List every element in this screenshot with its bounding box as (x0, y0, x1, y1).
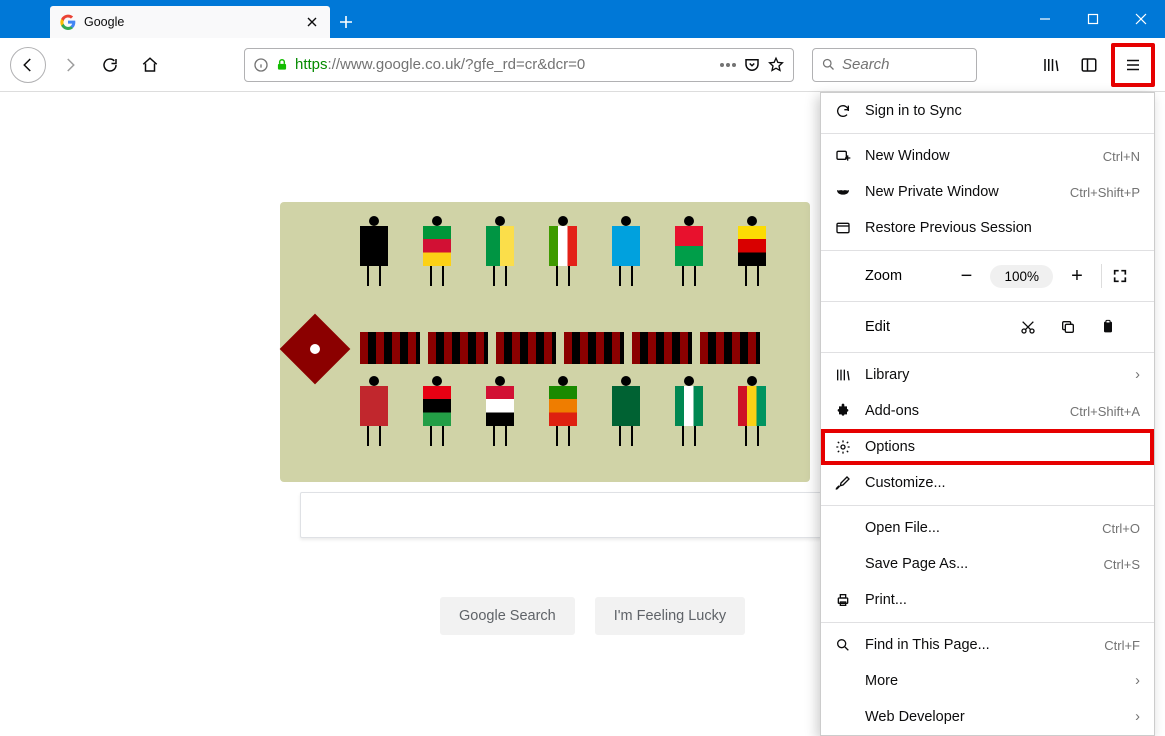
window-titlebar: Google (0, 0, 1165, 38)
sync-icon (835, 103, 851, 119)
lock-icon (275, 58, 289, 72)
window-maximize-button[interactable] (1069, 0, 1117, 38)
tab-strip: Google (0, 0, 362, 38)
back-button[interactable] (10, 47, 46, 83)
home-button[interactable] (134, 49, 166, 81)
library-button[interactable] (1035, 49, 1067, 81)
menu-customize[interactable]: Customize... (821, 465, 1154, 501)
fullscreen-button[interactable] (1112, 268, 1140, 284)
puzzle-icon (835, 403, 851, 419)
menu-addons[interactable]: Add-ons Ctrl+Shift+A (821, 393, 1154, 429)
window-close-button[interactable] (1117, 0, 1165, 38)
paintbrush-icon (835, 475, 851, 491)
forward-button[interactable] (54, 49, 86, 81)
menu-zoom: Zoom − 100% + (821, 255, 1154, 297)
google-search-button[interactable]: Google Search (440, 597, 575, 635)
cut-button[interactable] (1020, 319, 1060, 335)
window-minimize-button[interactable] (1021, 0, 1069, 38)
search-icon (835, 637, 851, 653)
browser-tab[interactable]: Google (50, 6, 330, 38)
google-search-input[interactable] (300, 492, 830, 538)
paste-button[interactable] (1100, 319, 1140, 335)
window-controls (1021, 0, 1165, 38)
chevron-right-icon: › (1135, 673, 1140, 689)
menu-library[interactable]: Library › (821, 357, 1154, 393)
mask-icon (835, 184, 851, 200)
nav-toolbar: https://www.google.co.uk/?gfe_rd=cr&dcr=… (0, 38, 1165, 92)
tab-title: Google (84, 15, 296, 29)
menu-more[interactable]: More › (821, 663, 1154, 699)
menu-find-in-page[interactable]: Find in This Page... Ctrl+F (821, 627, 1154, 663)
google-doodle[interactable] (280, 202, 810, 482)
menu-save-page[interactable]: Save Page As... Ctrl+S (821, 546, 1154, 582)
bookmark-star-icon[interactable] (767, 56, 785, 74)
menu-restore-session[interactable]: Restore Previous Session (821, 210, 1154, 246)
app-menu-button[interactable] (1117, 49, 1149, 81)
reload-button[interactable] (94, 49, 126, 81)
tab-close-button[interactable] (304, 14, 320, 30)
copy-button[interactable] (1060, 319, 1100, 335)
zoom-in-button[interactable]: + (1063, 265, 1091, 288)
menu-web-developer[interactable]: Web Developer › (821, 699, 1154, 735)
sidebar-button[interactable] (1073, 49, 1105, 81)
new-tab-button[interactable] (330, 6, 362, 38)
chevron-right-icon: › (1135, 709, 1140, 725)
page-action-icon[interactable] (719, 62, 737, 68)
google-favicon-icon (60, 14, 76, 30)
site-info-icon[interactable] (253, 57, 269, 73)
pocket-icon[interactable] (743, 56, 761, 74)
library-icon (835, 367, 851, 383)
search-bar[interactable]: Search (812, 48, 977, 82)
menu-print[interactable]: Print... (821, 582, 1154, 618)
hamburger-highlight (1111, 43, 1155, 87)
restore-icon (835, 220, 851, 236)
search-placeholder: Search (842, 56, 890, 73)
url-bar[interactable]: https://www.google.co.uk/?gfe_rd=cr&dcr=… (244, 48, 794, 82)
menu-options[interactable]: Options (821, 429, 1154, 465)
url-text: https://www.google.co.uk/?gfe_rd=cr&dcr=… (295, 56, 713, 73)
zoom-out-button[interactable]: − (952, 265, 980, 288)
menu-open-file[interactable]: Open File... Ctrl+O (821, 510, 1154, 546)
menu-new-private-window[interactable]: New Private Window Ctrl+Shift+P (821, 174, 1154, 210)
new-window-icon (835, 148, 851, 164)
zoom-value: 100% (990, 265, 1053, 288)
menu-new-window[interactable]: New Window Ctrl+N (821, 138, 1154, 174)
app-menu-panel: Sign in to Sync New Window Ctrl+N New Pr… (820, 92, 1155, 736)
print-icon (835, 592, 851, 608)
menu-edit: Edit (821, 306, 1154, 348)
gear-icon (835, 439, 851, 455)
menu-sign-in-sync[interactable]: Sign in to Sync (821, 93, 1154, 129)
chevron-right-icon: › (1135, 367, 1140, 383)
search-icon (821, 57, 836, 72)
feeling-lucky-button[interactable]: I'm Feeling Lucky (595, 597, 745, 635)
